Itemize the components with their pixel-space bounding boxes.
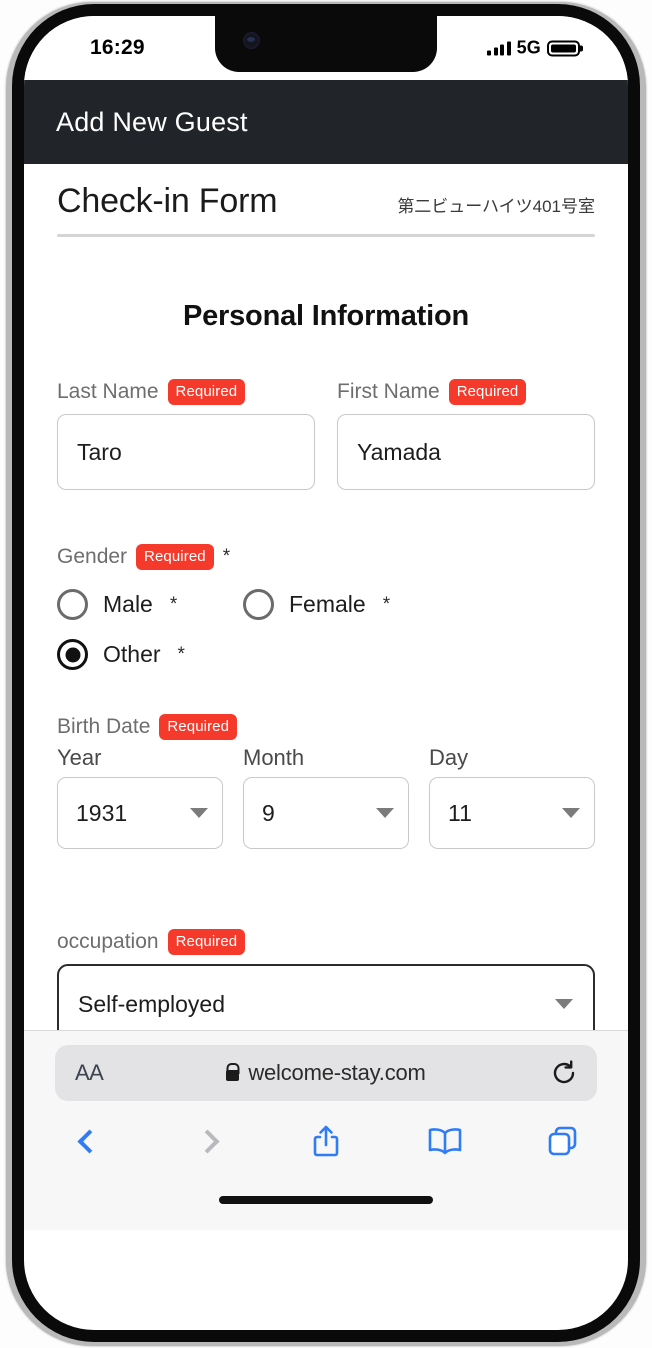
reload-button[interactable] [551,1060,577,1086]
front-camera-icon [243,32,260,49]
birth-day-select[interactable]: 11 [429,777,595,849]
bookmarks-button[interactable] [422,1119,468,1163]
gender-asterisk: * [222,546,231,567]
last-name-label: Last Name [57,380,159,403]
app-header: Add New Guest [24,80,628,164]
birth-month-label: Month [243,745,305,770]
birth-date-required-badge: Required [159,714,238,740]
notch [215,16,437,72]
birth-date-label-row: Birth Date Required [57,714,595,740]
status-bar-time: 16:29 [90,36,145,59]
chevron-down-icon-year [190,808,208,818]
chevron-right-icon [195,1128,220,1154]
back-button[interactable] [66,1119,112,1163]
birth-month-value: 9 [262,799,275,826]
property-name: 第二ビューハイツ401号室 [397,197,595,216]
section-title-personal-information: Personal Information [182,300,470,332]
occupation-required-badge: Required [167,929,246,955]
page-content: Check-in Form 第二ビューハイツ401号室 Personal Inf… [24,164,628,1030]
birth-year-label: Year [57,745,102,770]
chevron-down-icon-day [562,808,580,818]
lock-icon [226,1070,240,1081]
radio-unchecked-icon-male[interactable] [57,589,88,620]
home-indicator [219,1196,433,1204]
radio-checked-icon-other[interactable] [57,639,88,670]
occupation-field-group: occupation Required Self-employed [57,929,595,1030]
chevron-left-icon [76,1128,102,1154]
url-display: welcome-stay.com [55,1060,597,1086]
page-title: Check-in Form [57,182,278,220]
first-name-value: Yamada [357,438,441,465]
share-icon [313,1125,339,1157]
birth-month-select[interactable]: 9 [243,777,409,849]
signal-bars-icon [487,41,511,55]
birth-day-group: Day 11 [429,745,595,849]
gender-option-male[interactable]: Male * [57,589,243,620]
radio-unchecked-icon-female[interactable] [243,589,274,620]
first-name-label: First Name [337,380,440,403]
birth-day-value: 11 [448,799,472,826]
network-label: 5G [516,37,541,58]
chevron-down-icon-occupation [555,999,573,1009]
last-name-label-row: Last Name Required [57,379,315,405]
gender-female-asterisk: * [382,593,391,615]
birth-year-select[interactable]: 1931 [57,777,223,849]
name-fields-row: Last Name Required Taro First Name Requi… [57,379,595,490]
gender-option-female[interactable]: Female * [243,589,390,620]
occupation-label-row: occupation Required [57,929,595,955]
last-name-field-group: Last Name Required Taro [57,379,315,490]
birth-date-label: Birth Date [57,715,151,738]
reload-icon [553,1060,575,1084]
last-name-value: Taro [77,438,122,465]
safari-chrome: AA welcome-stay.com [24,1030,628,1230]
birth-date-field-group: Birth Date Required Year 1931 Month 9 Da… [57,714,595,849]
birth-year-group: Year 1931 [57,745,223,849]
first-name-field-group: First Name Required Yamada [337,379,595,490]
tabs-icon [548,1126,577,1156]
birth-year-value: 1931 [76,799,128,826]
occupation-label: occupation [57,930,159,953]
text-size-label: AA [75,1060,104,1085]
book-icon [428,1128,461,1155]
gender-label-row: Gender Required * [57,544,595,570]
url-text: welcome-stay.com [248,1060,426,1085]
first-name-label-row: First Name Required [337,379,595,405]
birth-month-group: Month 9 [243,745,409,849]
header-divider [57,234,595,237]
gender-radio-row-2: Other * [57,639,595,670]
text-size-button[interactable]: AA [75,1060,104,1086]
share-button[interactable] [303,1119,349,1163]
occupation-select[interactable]: Self-employed [57,964,595,1030]
birth-day-label: Day [429,745,469,770]
form-header: Check-in Form 第二ビューハイツ401号室 [57,164,595,221]
gender-male-asterisk: * [169,593,178,615]
tabs-button[interactable] [540,1119,586,1163]
status-bar-indicators: 5G [487,38,580,59]
gender-radio-row-1: Male * Female * [57,589,595,620]
last-name-required-badge: Required [167,379,246,405]
gender-required-badge: Required [136,544,214,570]
gender-option-male-label: Male [103,591,153,617]
battery-full-icon [547,40,580,56]
birth-date-selects-row: Year 1931 Month 9 Day 11 [57,745,595,849]
first-name-input[interactable]: Yamada [337,414,595,490]
first-name-required-badge: Required [448,379,527,405]
gender-option-female-label: Female [289,591,366,617]
safari-toolbar [24,1101,628,1163]
screenshot-root: 16:29 5G Add New Guest Check-in Form 第二ビ… [0,0,652,1348]
gender-field-group: Gender Required * Male * Female * Other … [57,544,595,670]
safari-address-bar[interactable]: AA welcome-stay.com [55,1045,597,1101]
gender-option-other[interactable]: Other * [57,639,243,670]
chevron-down-icon-month [376,808,394,818]
gender-label: Gender [57,545,128,568]
forward-button[interactable] [185,1119,231,1163]
last-name-input[interactable]: Taro [57,414,315,490]
phone-screen: 16:29 5G Add New Guest Check-in Form 第二ビ… [24,16,628,1330]
occupation-value: Self-employed [78,990,226,1017]
app-header-title: Add New Guest [56,106,248,137]
gender-option-other-label: Other [103,641,161,667]
gender-other-asterisk: * [177,643,185,665]
